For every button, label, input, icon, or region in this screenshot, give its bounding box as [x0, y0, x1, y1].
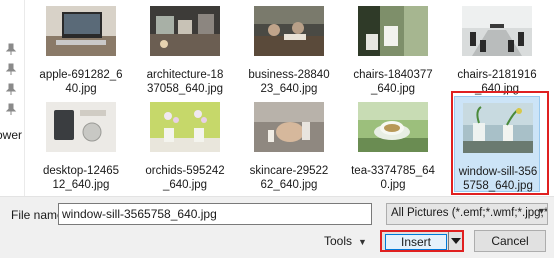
file-name: skincare-29522 62_640.jpg: [249, 165, 329, 191]
pin-icon[interactable]: [4, 82, 18, 96]
image-thumbnail: [463, 103, 533, 153]
tools-button[interactable]: Tools ▼: [324, 234, 367, 248]
chevron-down-icon: ▼: [358, 237, 367, 247]
file-name: business-28840 23_640.jpg: [248, 69, 330, 95]
file-item[interactable]: tea-3374785_64 0.jpg: [350, 96, 436, 192]
file-name: chairs-1840377 _640.jpg: [353, 69, 433, 95]
file-grid: apple-691282_6 40.jpg architecture-18 37…: [34, 0, 554, 196]
file-name: chairs-2181916 _640.jpg: [457, 69, 537, 95]
chevron-down-icon: [451, 238, 461, 244]
file-name: tea-3374785_64 0.jpg: [351, 165, 435, 191]
file-type-value: All Pictures (*.emf;*.wmf;*.jpg;*: [391, 207, 548, 219]
file-item[interactable]: chairs-1840377 _640.jpg: [350, 0, 436, 96]
file-item[interactable]: desktop-12465 12_640.jpg: [38, 96, 124, 192]
image-thumbnail: [46, 6, 116, 56]
insert-dropdown-button[interactable]: [448, 232, 463, 250]
file-item[interactable]: apple-691282_6 40.jpg: [38, 0, 124, 96]
image-thumbnail: [254, 102, 324, 152]
image-thumbnail: [358, 102, 428, 152]
dialog-bottom-bar: File name: window-sill-3565758_640.jpg A…: [0, 196, 554, 258]
file-name: apple-691282_6 40.jpg: [39, 69, 123, 95]
navigation-pane: ower: [0, 0, 25, 196]
file-item[interactable]: business-28840 23_640.jpg: [246, 0, 332, 96]
file-name-input[interactable]: window-sill-3565758_640.jpg: [58, 203, 372, 225]
file-item[interactable]: architecture-18 37058_640.jpg: [142, 0, 228, 96]
file-item-selected[interactable]: window-sill-356 5758_640.jpg: [454, 96, 540, 192]
image-thumbnail: [462, 6, 532, 56]
cancel-button[interactable]: Cancel: [474, 230, 546, 252]
chevron-down-icon: ▾: [538, 206, 544, 217]
image-thumbnail: [46, 102, 116, 152]
insert-split-button: Insert: [380, 230, 464, 252]
file-item[interactable]: orchids-595242 _640.jpg: [142, 96, 228, 192]
tools-label: Tools: [324, 234, 353, 248]
image-thumbnail: [254, 6, 324, 56]
pin-icon[interactable]: [4, 62, 18, 76]
nav-item-label[interactable]: ower: [0, 128, 22, 142]
pin-icon[interactable]: [4, 42, 18, 56]
file-item[interactable]: chairs-2181916 _640.jpg: [454, 0, 540, 96]
file-name: desktop-12465 12_640.jpg: [42, 165, 120, 191]
file-item[interactable]: skincare-29522 62_640.jpg: [246, 96, 332, 192]
pin-icon[interactable]: [4, 102, 18, 116]
file-name: window-sill-356 5758_640.jpg: [458, 166, 538, 192]
image-thumbnail: [150, 102, 220, 152]
file-name: orchids-595242 _640.jpg: [145, 165, 225, 191]
image-thumbnail: [358, 6, 428, 56]
file-name: architecture-18 37058_640.jpg: [146, 69, 224, 95]
insert-button[interactable]: Insert: [385, 234, 447, 250]
image-thumbnail: [150, 6, 220, 56]
file-type-select[interactable]: All Pictures (*.emf;*.wmf;*.jpg;* ▾: [386, 203, 548, 225]
